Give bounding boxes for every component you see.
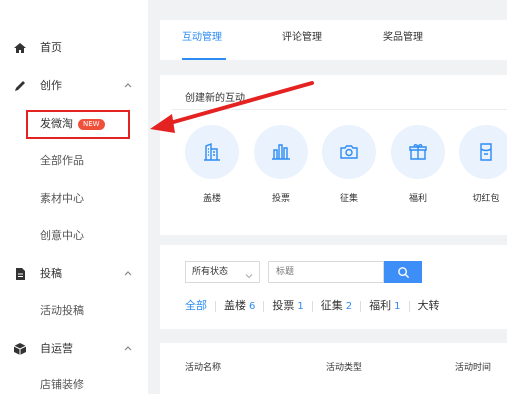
sidebar-item-label: 活动投稿 [40,304,84,317]
search-icon [397,266,409,278]
sidebar: 首页 创作 发微淘 NEW 全部作品 素材中心 创意中心 投稿 活动投稿 自运营… [0,0,148,394]
filter-welfare[interactable]: 福利 1 [369,297,400,313]
sidebar-item-label: 首页 [40,41,62,54]
filter-label: 投票 [272,299,295,312]
filter-collect[interactable]: 征集 2 [321,297,352,313]
filter-vote[interactable]: 投票 1 [272,297,303,313]
status-select[interactable]: 所有状态 [185,261,260,283]
sidebar-item-label: 全部作品 [40,154,84,167]
filter-label: 大转 [417,299,440,312]
category-filters: 全部 盖楼 6 投票 1 征集 2 福利 1 大转 [185,297,440,313]
sidebar-item-label: 素材中心 [40,192,84,205]
bar-chart-icon [272,144,290,160]
filter-label: 全部 [185,299,207,312]
pencil-icon [13,79,27,93]
action-build-floor[interactable]: 盖楼 [185,125,241,205]
divider [172,109,507,110]
action-welfare[interactable]: 福利 [391,125,447,205]
tab-bar: 互动管理 评论管理 奖品管理 [160,20,507,60]
red-packet-icon [480,143,492,161]
search-input[interactable] [268,261,384,283]
action-label: 盖楼 [202,194,221,204]
filter-build-floor[interactable]: 盖楼 6 [224,297,255,313]
tab-interaction[interactable]: 互动管理 [182,20,222,60]
activity-table: 活动名称 活动类型 活动时间 [160,343,507,394]
action-label: 切红包 [472,194,500,204]
status-select-value: 所有状态 [192,267,229,277]
tab-underline [182,58,226,60]
create-interaction-card: 创建新的互动 盖楼 投票 征集 福利 切红包 [160,75,507,235]
filter-label: 盖楼 [224,299,246,312]
sidebar-item-home[interactable]: 首页 [0,33,148,63]
sidebar-item-submit[interactable]: 投稿 [0,259,148,289]
action-collect[interactable]: 征集 [322,125,378,205]
column-header-time: 活动时间 [455,363,492,373]
filter-count: 1 [394,301,401,312]
gift-icon [409,144,427,160]
sidebar-item-create[interactable]: 创作 [0,71,148,101]
highlight-box [26,110,130,139]
action-red-packet[interactable]: 切红包 [459,125,507,205]
chevron-up-icon [123,80,133,90]
sidebar-item-all-works[interactable]: 全部作品 [0,146,148,176]
sidebar-item-label: 店铺装修 [40,378,84,391]
home-icon [13,41,27,55]
search-button[interactable] [384,261,422,283]
chevron-up-icon [123,268,133,278]
filter-big-wheel[interactable]: 大转 [418,297,440,313]
tab-prizes[interactable]: 奖品管理 [383,20,423,60]
cube-icon [13,342,27,356]
building-icon [204,142,220,161]
sidebar-item-label: 自运营 [40,342,73,355]
action-vote[interactable]: 投票 [254,125,310,205]
sidebar-item-label: 投稿 [40,267,62,280]
separator [360,300,362,312]
separator [311,300,313,312]
sidebar-item-materials[interactable]: 素材中心 [0,184,148,214]
filter-card: 所有状态 全部盖楼6投票1征集2福利1大转 [160,245,507,329]
action-label: 投票 [271,194,290,204]
sidebar-item-store-decoration[interactable]: 店铺装修 [0,370,148,394]
action-label: 福利 [408,194,427,204]
main-content: 互动管理 评论管理 奖品管理 创建新的互动 盖楼 投票 征集 福利 切红包 所有… [148,0,507,394]
sidebar-item-self-operation[interactable]: 自运营 [0,334,148,364]
action-label: 征集 [339,194,358,204]
filter-count: 6 [249,301,256,312]
chevron-down-icon [245,268,253,279]
tab-comments[interactable]: 评论管理 [282,20,322,60]
chevron-up-icon [123,343,133,353]
document-icon [13,267,27,281]
sidebar-item-activity-submit[interactable]: 活动投稿 [0,296,148,326]
separator [263,300,265,312]
filter-all[interactable]: 全部 [185,297,207,313]
camera-icon [340,145,358,159]
sidebar-item-ideas[interactable]: 创意中心 [0,221,148,251]
sidebar-item-label: 创作 [40,79,62,92]
separator [408,300,410,312]
filter-count: 2 [345,301,353,312]
separator [215,300,216,312]
sidebar-item-label: 创意中心 [40,229,84,242]
column-header-type: 活动类型 [326,363,363,373]
filter-label: 征集 [320,299,343,312]
filter-label: 福利 [369,299,392,312]
column-header-name: 活动名称 [185,363,222,373]
filter-count: 1 [297,301,304,312]
section-title: 创建新的互动 [185,93,245,104]
